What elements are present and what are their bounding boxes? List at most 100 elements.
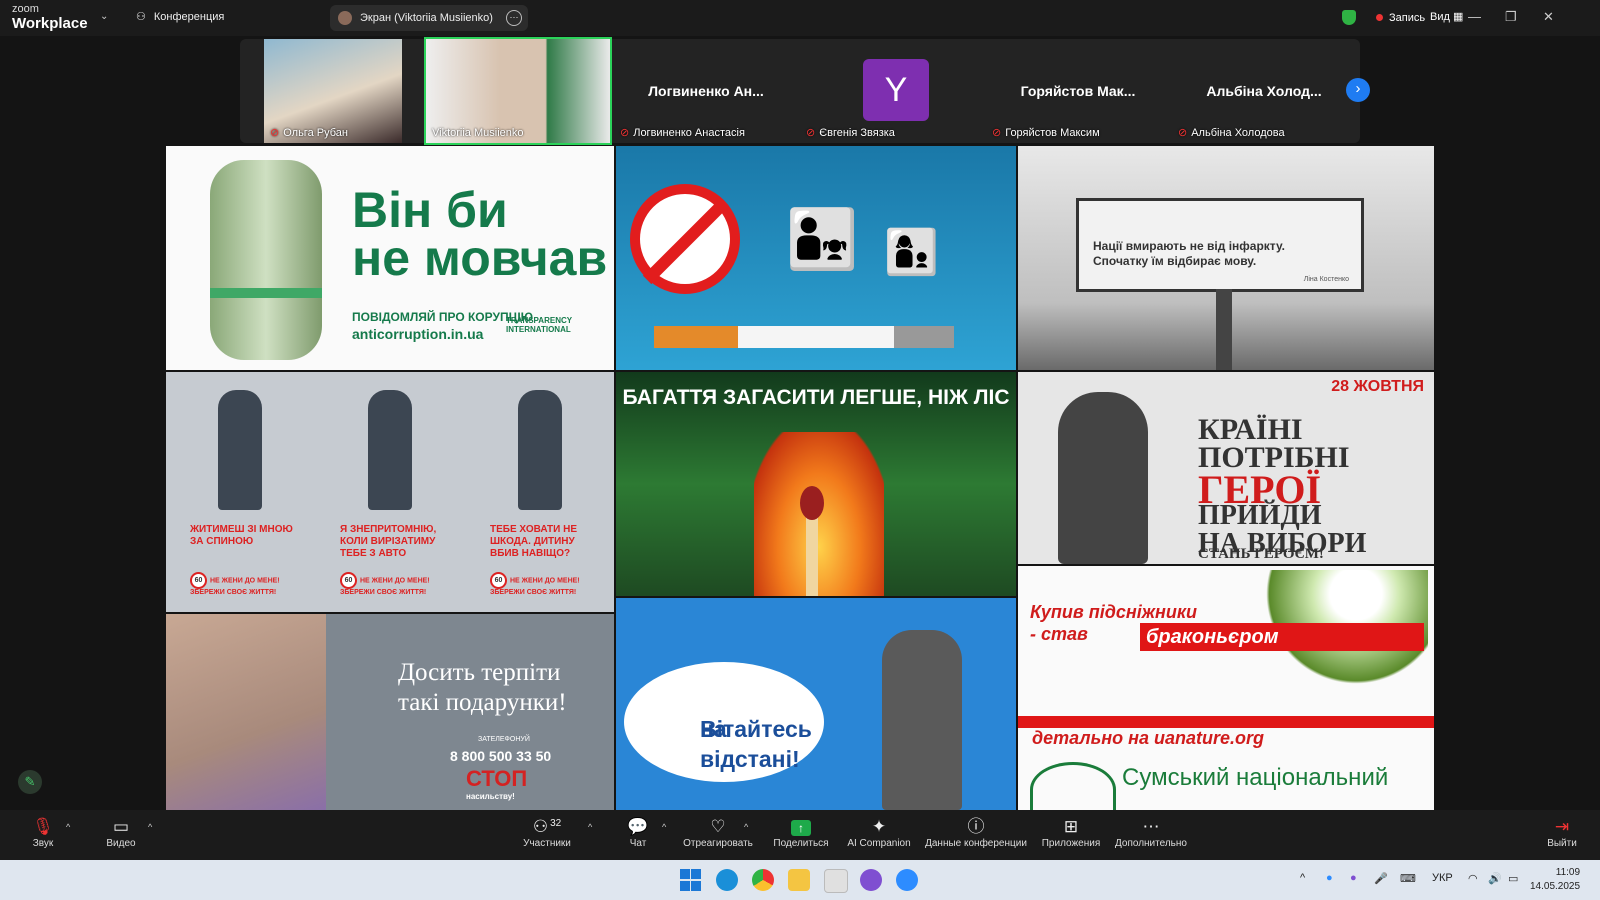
taskbar: ^ ● ● 🎤 ⌨ УКР ◠ 🔊 ▭ 11:09 14.05.2025 — [0, 860, 1600, 900]
viber-tray-icon[interactable]: ● — [1350, 872, 1357, 884]
recording-indicator[interactable]: Запись — [1342, 10, 1425, 25]
close-icon[interactable]: ✕ — [1543, 9, 1554, 25]
share-button[interactable]: ↑ Поделиться — [770, 816, 832, 849]
chevron-down-icon[interactable]: ⌄ — [100, 11, 108, 22]
chevron-up-icon[interactable]: ^ — [148, 822, 152, 832]
mic-muted-icon: ⊘ — [270, 127, 280, 139]
road-safety-panel: Я ЗНЕПРИТОМНІЮ, КОЛИ ВИРІЗАТИМУ ТЕБЕ З А… — [316, 372, 464, 612]
chat-button[interactable]: 💬 Чат — [620, 816, 656, 849]
language-indicator[interactable]: УКР — [1432, 872, 1453, 884]
chrome-icon[interactable] — [752, 869, 774, 891]
mic-muted-icon: ⊘ — [620, 127, 630, 139]
poster-greet-distance: Вітайтесь на відстані! — [616, 598, 1016, 810]
shield-icon — [1342, 10, 1356, 25]
mic-muted-icon: ⊘ — [806, 127, 816, 139]
poster-anticorruption: Він би не мовчав ПОВІДОМЛЯЙ ПРО КОРУПЦІЮ … — [166, 146, 614, 370]
avatar: Y — [863, 59, 929, 121]
poster-elections: 28 ЖОВТНЯ КРАЇНІ ПОТРІБНІ ГЕРОЇ ПРИЙДИ НА … — [1018, 372, 1434, 564]
screen-share-indicator[interactable]: Экран (Viktoriia Musiienko) ··· — [330, 5, 528, 31]
poster-forest-fire: БАГАТТЯ ЗАГАСИТИ ЛЕГШЕ, НІЖ ЛІС — [616, 372, 1016, 596]
minimize-icon[interactable]: — — [1468, 9, 1481, 24]
zoom-tray-icon[interactable]: ● — [1326, 872, 1333, 884]
participant-strip: ⊘ Ольга Рубан Viktoriia Musiienko Логвине… — [240, 37, 1360, 145]
video-button[interactable]: ▭ Видео — [100, 816, 142, 849]
billboard: Нації вмирають не від інфаркту. Спочатку … — [1076, 198, 1364, 292]
chevron-up-icon[interactable]: ^ — [662, 822, 666, 832]
speech-bubble: Вітайтесь на відстані! — [624, 662, 824, 782]
view-button[interactable]: Вид ▦ — [1430, 10, 1463, 23]
person-figure — [518, 390, 562, 510]
people-icon: ⚇ — [136, 11, 146, 23]
poster-billboard-language: Нації вмирають не від інфаркту. Спочатку … — [1018, 146, 1434, 370]
leave-button[interactable]: ⇥ Выйти — [1544, 816, 1580, 849]
participants-button[interactable]: ⚇ 32 Участники — [512, 816, 582, 849]
match-image — [800, 486, 824, 596]
participant-tile[interactable]: Логвиненко Ан... ⊘ Логвиненко Анастасія — [614, 39, 798, 143]
leave-icon: ⇥ — [1554, 817, 1570, 836]
road-safety-panel: ЖИТИМЕШ ЗІ МНОЮ ЗА СПИНОЮ 60 НЕ ЖЕНИ ДО М… — [166, 372, 314, 612]
viber-icon[interactable] — [860, 869, 882, 891]
wifi-icon[interactable]: ◠ — [1468, 872, 1478, 885]
red-divider — [1018, 716, 1434, 728]
meeting-toolbar: 🎙 Звук ^ ▭ Видео ^ ⚇ 32 Участники ^ 💬 Чат ^ ♡… — [0, 810, 1600, 860]
share-screen-icon: ↑ — [791, 820, 811, 836]
statue-image — [882, 630, 962, 810]
mic-tray-icon[interactable]: 🎤 — [1374, 872, 1388, 885]
snipping-tool-icon[interactable] — [824, 869, 848, 893]
more-button[interactable]: ⋯ Дополнительно — [1112, 816, 1190, 849]
man-silhouette — [1058, 392, 1148, 564]
audio-button[interactable]: 🎙 Звук — [22, 816, 64, 849]
family-silhouette: 👩‍👦 — [884, 228, 939, 277]
annotate-pen-icon[interactable]: ✎ — [18, 770, 42, 794]
participant-tile-active[interactable]: Viktoriia Musiienko — [424, 37, 612, 145]
keyboard-icon[interactable]: ⌨ — [1400, 872, 1416, 885]
react-button[interactable]: ♡ Отреагировать — [680, 816, 756, 849]
restore-icon[interactable]: ❐ — [1505, 9, 1517, 25]
road-safety-panel: ТЕБЕ ХОВАТИ НЕ ШКОДА. ДИТИНУ ВБИВ НАВІЩО… — [466, 372, 614, 612]
chevron-up-icon[interactable]: ^ — [744, 822, 748, 832]
apps-icon: ⊞ — [1063, 817, 1079, 836]
zoom-app-icon[interactable] — [896, 869, 918, 891]
billboard-pole — [1216, 289, 1232, 370]
family-silhouette: 👨‍👧 — [786, 207, 858, 272]
volume-icon[interactable]: 🔊 — [1488, 872, 1502, 885]
shared-screen: Він би не мовчав ПОВІДОМЛЯЙ ПРО КОРУПЦІЮ … — [166, 146, 1434, 810]
cigarette-image — [654, 326, 954, 348]
participant-tile[interactable]: ⊘ Ольга Рубан — [264, 39, 402, 143]
park-logo — [1030, 762, 1116, 810]
poster-domestic-violence: Досить терпіти такі подарунки! ЗАТЕЛЕФОНУ… — [166, 614, 614, 810]
sparkle-icon: ✦ — [871, 817, 887, 836]
mic-muted-icon: 🎙 — [32, 817, 54, 836]
poster-no-smoking: 👨‍👧 👩‍👦 — [616, 146, 1016, 370]
meeting-info-button[interactable]: ⓘ Данные конференции — [922, 816, 1030, 849]
title-bar: zoom Workplace ⌄ ⚇ Конференция Экран (Vi… — [0, 0, 1600, 36]
more-icon[interactable]: ··· — [506, 10, 522, 26]
person-figure — [368, 390, 412, 510]
money-roll-image — [210, 160, 322, 360]
battery-icon[interactable]: ▭ — [1508, 872, 1518, 885]
clock[interactable]: 11:09 14.05.2025 — [1530, 866, 1580, 894]
participant-tile[interactable]: Y ⊘ Євгенія Звязка — [800, 39, 984, 143]
ai-companion-button[interactable]: ✦ AI Companion — [844, 816, 914, 849]
next-page-button[interactable]: › — [1346, 78, 1370, 102]
record-dot-icon — [1376, 14, 1383, 21]
conference-menu[interactable]: ⚇ Конференция — [136, 10, 224, 24]
mic-muted-icon: ⊘ — [992, 127, 1002, 139]
chat-icon: 💬 — [627, 817, 649, 836]
poster-road-safety: ЖИТИМЕШ ЗІ МНОЮ ЗА СПИНОЮ 60 НЕ ЖЕНИ ДО М… — [166, 372, 614, 612]
start-icon[interactable] — [680, 869, 702, 891]
zoom-logo: zoom Workplace — [12, 3, 88, 32]
more-icon: ⋯ — [1142, 817, 1160, 836]
mic-muted-icon: ⊘ — [1178, 127, 1188, 139]
apps-button[interactable]: ⊞ Приложения — [1040, 816, 1102, 849]
person-figure — [218, 390, 262, 510]
woman-image — [166, 614, 326, 810]
chevron-up-icon[interactable]: ^ — [66, 822, 70, 832]
chevron-up-icon[interactable]: ^ — [588, 822, 592, 832]
participant-tile[interactable]: Альбіна Холод... ⊘ Альбіна Холодова — [1172, 39, 1356, 143]
no-smoking-icon — [630, 184, 740, 294]
participant-tile[interactable]: Горяйстов Мак... ⊘ Горяйстов Максим — [986, 39, 1170, 143]
edge-icon[interactable] — [716, 869, 738, 891]
chevron-up-icon[interactable]: ^ — [1300, 872, 1305, 884]
folder-icon[interactable] — [788, 869, 810, 891]
